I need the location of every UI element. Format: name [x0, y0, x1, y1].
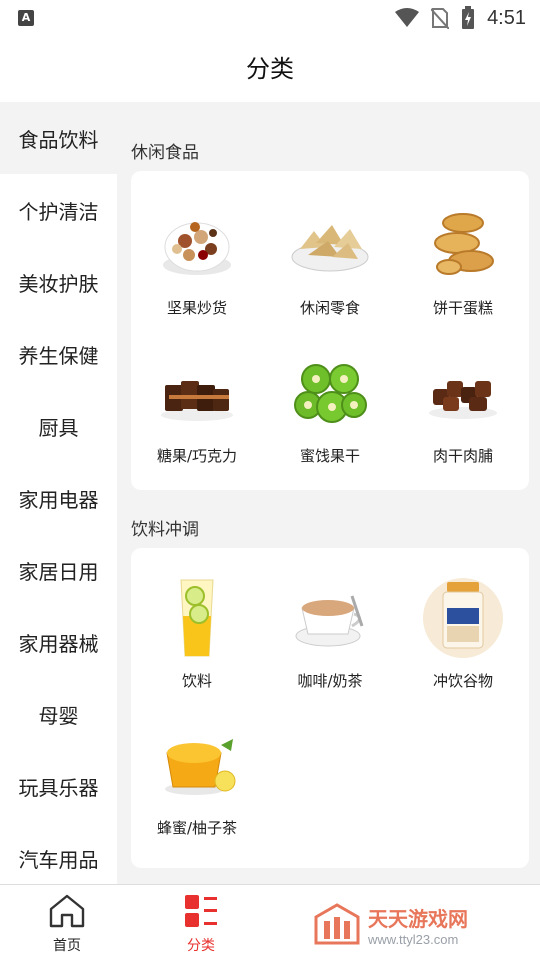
category-cell-cookies[interactable]: 饼干蛋糕	[397, 203, 529, 318]
category-cell-beverages[interactable]: 饮料	[131, 576, 263, 691]
category-label: 咖啡/奶茶	[297, 672, 363, 690]
sidebar-item-personal-care[interactable]: 个护清洁	[0, 174, 117, 246]
section-title: 休闲食品	[131, 143, 199, 163]
no-sim-icon	[431, 8, 450, 29]
drinks-card: 饮料 咖啡/奶茶 冲饮谷物 蜂蜜/柚子茶	[131, 548, 529, 868]
category-cell-dried-fruit[interactable]: 蜜饯果干	[264, 351, 396, 466]
nav-home-label: 首页	[53, 938, 81, 954]
coffee-image	[295, 595, 364, 647]
cookies-image	[434, 213, 494, 275]
category-label: 蜂蜜/柚子茶	[156, 819, 238, 837]
sidebar-item-household[interactable]: 家居日用	[0, 534, 117, 606]
sidebar-item-label: 食品饮料	[18, 127, 99, 152]
category-content: 休闲食品 坚果炒货 休闲零食 饼干蛋糕 糖果/巧克力 蜜饯果干 肉干肉脯 饮料冲…	[117, 102, 540, 884]
watermark-logo-icon	[314, 903, 360, 945]
sidebar-item-food-drinks[interactable]: 食品饮料	[0, 102, 117, 174]
wifi-icon	[395, 8, 420, 27]
sidebar-item-label: 玩具乐器	[18, 775, 99, 800]
chocolate-image	[161, 381, 233, 421]
category-label: 肉干肉脯	[432, 447, 493, 465]
page-title: 分类	[246, 55, 294, 83]
nuts-image	[163, 222, 231, 275]
sidebar-item-label: 养生保健	[18, 343, 99, 368]
honey-citron-image	[165, 739, 236, 795]
sidebar-item-kitchenware[interactable]: 厨具	[0, 390, 117, 462]
nav-category[interactable]: 分类	[151, 893, 251, 955]
category-label: 蜜饯果干	[299, 447, 360, 465]
sidebar-item-label: 家用电器	[18, 487, 99, 512]
sidebar-item-health[interactable]: 养生保健	[0, 318, 117, 390]
sidebar-item-beauty[interactable]: 美妆护肤	[0, 246, 117, 318]
snacks-card: 坚果炒货 休闲零食 饼干蛋糕 糖果/巧克力 蜜饯果干 肉干肉脯	[131, 171, 529, 490]
sidebar-item-label: 汽车用品	[18, 847, 99, 872]
sidebar-item-label: 个护清洁	[18, 199, 99, 224]
chips-image	[291, 225, 369, 272]
watermark-url: www.ttyl23.com	[368, 932, 459, 947]
clock: 4:51	[487, 6, 526, 29]
category-cell-cereal[interactable]: 冲饮谷物	[397, 576, 529, 691]
category-cell-jerky[interactable]: 肉干肉脯	[397, 351, 529, 466]
lemon-drink-image	[180, 579, 214, 657]
sidebar-item-label: 家居日用	[18, 559, 99, 584]
header: 分类	[0, 36, 540, 102]
nav-home[interactable]: 首页	[17, 893, 117, 955]
category-label: 休闲零食	[299, 299, 360, 317]
sidebar-item-baby[interactable]: 母婴	[0, 678, 117, 750]
sidebar-item-label: 厨具	[38, 415, 79, 440]
jerky-image	[429, 381, 497, 419]
category-cell-nuts[interactable]: 坚果炒货	[131, 203, 263, 318]
status-bar: A 4:51	[0, 0, 540, 36]
category-sidebar: 食品饮料 个护清洁 美妆护肤 养生保健 厨具 家用电器 家居日用 家用器械 母婴…	[0, 102, 117, 894]
watermark-title: 天天游戏网	[368, 907, 468, 931]
watermark: 天天游戏网 www.ttyl23.com	[312, 903, 468, 947]
battery-icon	[462, 6, 475, 29]
sidebar-item-home-devices[interactable]: 家用器械	[0, 606, 117, 678]
nav-category-label: 分类	[187, 938, 215, 954]
category-icon	[185, 895, 217, 927]
oat-jar-image	[423, 578, 503, 658]
sidebar-item-toys[interactable]: 玩具乐器	[0, 750, 117, 822]
notification-icon: A	[18, 10, 34, 26]
category-cell-coffee-tea[interactable]: 咖啡/奶茶	[264, 576, 396, 691]
sidebar-item-label: 家用器械	[18, 631, 99, 656]
home-icon	[49, 894, 85, 928]
category-label: 坚果炒货	[166, 299, 227, 317]
category-label: 饼干蛋糕	[432, 299, 493, 317]
sidebar-item-label: 母婴	[38, 703, 79, 728]
category-label: 糖果/巧克力	[156, 447, 238, 465]
category-label: 饮料	[181, 672, 212, 690]
section-title: 饮料冲调	[131, 520, 199, 540]
dried-kiwi-image	[294, 364, 367, 423]
category-cell-candy[interactable]: 糖果/巧克力	[131, 351, 263, 466]
bottom-nav: 首页 分类 天天游戏网 www.ttyl23.com	[0, 884, 540, 960]
category-label: 冲饮谷物	[432, 672, 493, 690]
category-cell-honey-tea[interactable]: 蜂蜜/柚子茶	[131, 723, 263, 838]
sidebar-item-appliances[interactable]: 家用电器	[0, 462, 117, 534]
sidebar-item-label: 美妆护肤	[18, 271, 99, 296]
category-cell-snacks[interactable]: 休闲零食	[264, 203, 396, 318]
